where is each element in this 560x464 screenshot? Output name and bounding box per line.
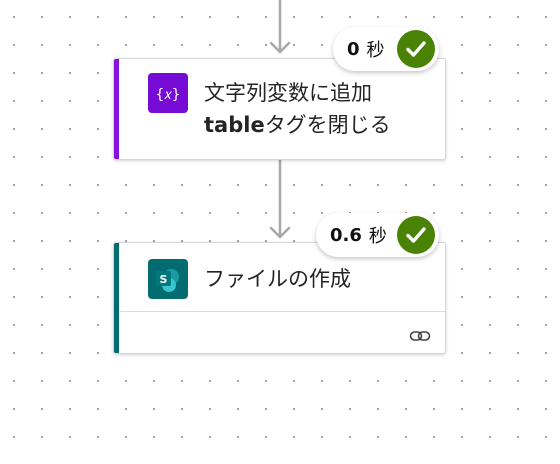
variable-braces-icon: {𝑥} (148, 73, 188, 113)
duration-value: 0 (347, 38, 360, 60)
run-duration-badge: 0 秒 (333, 27, 439, 71)
card-divider (119, 311, 445, 312)
action-title-line1: 文字列変数に追加 (204, 81, 372, 105)
sharepoint-icon: S (148, 259, 188, 299)
svg-text:{𝑥}: {𝑥} (156, 87, 181, 103)
action-title-line2: タグを閉じる (264, 113, 391, 137)
action-card-create-file[interactable]: S ファイルの作成 (113, 242, 446, 354)
success-check-icon (397, 30, 435, 68)
action-title: ファイルの作成 (204, 267, 351, 291)
flow-connector-arrow (269, 0, 291, 54)
link-icon[interactable] (409, 329, 431, 343)
duration-unit: 秒 (368, 226, 387, 247)
duration-unit: 秒 (366, 40, 385, 61)
action-title: 文字列変数に追加 tableタグを閉じる (204, 77, 391, 141)
action-title-line2-bold: table (204, 113, 265, 137)
flow-connector-arrow (269, 160, 291, 239)
card-accent-bar (114, 243, 119, 353)
run-duration-badge: 0.6 秒 (316, 213, 439, 257)
success-check-icon (397, 216, 435, 254)
card-accent-bar (114, 59, 119, 159)
duration-value: 0.6 (330, 224, 362, 246)
action-card-append-to-string-variable[interactable]: {𝑥} 文字列変数に追加 tableタグを閉じる (113, 58, 446, 160)
svg-text:S: S (160, 273, 168, 286)
